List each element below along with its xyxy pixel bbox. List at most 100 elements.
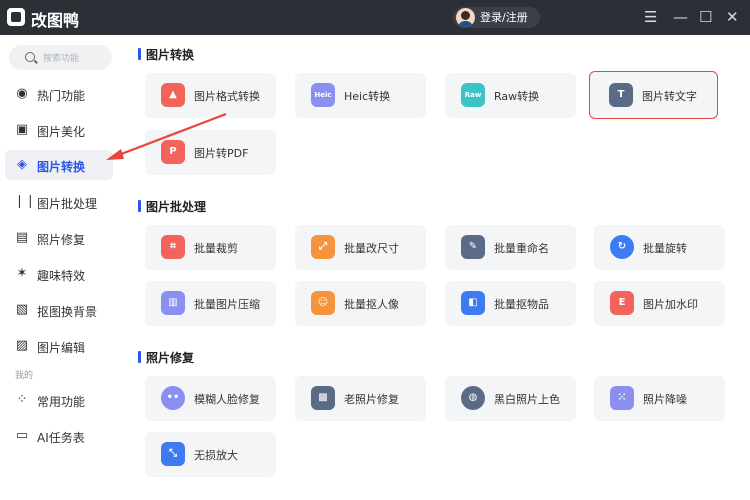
minimize-icon[interactable]: — (673, 8, 688, 26)
sidebar-item-favorites[interactable]: ⁘ 常用功能 (5, 385, 113, 415)
section-title: 照片修复 (138, 349, 194, 366)
sidebar-item-convert[interactable]: ◈ 图片转换 (5, 150, 113, 180)
image-icon: ▣ (15, 122, 29, 137)
heic-icon: Heic (311, 83, 335, 107)
section-title: 图片转换 (138, 46, 194, 63)
sidebar-item-label: 照片修复 (37, 233, 86, 247)
card-image-to-pdf[interactable]: P 图片转PDF (145, 130, 276, 175)
card-label: 图片转文字 (642, 90, 697, 103)
card-label: 老照片修复 (344, 393, 399, 406)
crop-icon: ⌗ (161, 235, 185, 259)
app-logo-icon (7, 8, 25, 26)
sidebar-item-beautify[interactable]: ▣ 图片美化 (5, 115, 113, 145)
sparkle-icon: ✶ (16, 266, 28, 281)
face-repair-icon: •• (161, 386, 185, 410)
sidebar-item-label: 图片美化 (37, 125, 86, 139)
login-label: 登录/注册 (480, 11, 528, 24)
image-to-text-icon: T (609, 83, 633, 107)
card-batch-rename[interactable]: ✎ 批量重命名 (445, 225, 576, 270)
sidebar-item-label: 趣味特效 (37, 269, 86, 283)
card-label: 图片格式转换 (194, 90, 260, 103)
resize-icon: ⤢ (311, 235, 335, 259)
cutout-icon: ▧ (15, 302, 29, 317)
format-icon: ▲ (161, 83, 185, 107)
card-batch-object-cutout[interactable]: ◧ 批量抠物品 (445, 281, 576, 326)
card-label: 照片降噪 (643, 393, 687, 406)
repair-icon: ▤ (15, 230, 29, 245)
card-label: 图片转PDF (194, 147, 249, 160)
card-label: 批量抠人像 (344, 298, 399, 311)
card-batch-crop[interactable]: ⌗ 批量裁剪 (145, 225, 276, 270)
portrait-cutout-icon: ☺ (311, 291, 335, 315)
avatar (456, 8, 475, 27)
sidebar-item-batch[interactable]: ❘❘ 图片批处理 (5, 187, 113, 217)
card-label: 批量裁剪 (194, 242, 238, 255)
card-batch-compress[interactable]: ▥ 批量图片压缩 (145, 281, 276, 326)
card-upscale[interactable]: ⤡ 无损放大 (145, 432, 276, 477)
card-label: 批量改尺寸 (344, 242, 399, 255)
card-label: 黑白照片上色 (494, 393, 560, 406)
sidebar-item-label: 图片批处理 (37, 197, 98, 211)
edit-image-icon: ▨ (15, 338, 29, 353)
group-caption-mine: 我的 (15, 371, 34, 381)
sidebar-item-ai-tasks[interactable]: ▭ AI任务表 (5, 421, 113, 451)
card-image-format[interactable]: ▲ 图片格式转换 (145, 73, 276, 118)
sidebar-item-hot[interactable]: ◉ 热门功能 (5, 79, 113, 109)
card-label: 模糊人脸修复 (194, 393, 260, 406)
card-label: 无损放大 (194, 449, 238, 462)
sidebar-item-label: AI任务表 (37, 431, 85, 445)
card-label: 图片加水印 (643, 298, 698, 311)
card-label: 批量图片压缩 (194, 298, 260, 311)
card-colorize[interactable]: ◍ 黑白照片上色 (445, 376, 576, 421)
sidebar: 搜索功能 ◉ 热门功能 ▣ 图片美化 ◈ 图片转换 ❘❘ 图片批处理 ▤ 照片修… (0, 35, 128, 500)
card-old-photo[interactable]: ▩ 老照片修复 (295, 376, 426, 421)
card-face-repair[interactable]: •• 模糊人脸修复 (145, 376, 276, 421)
search-input[interactable]: 搜索功能 (9, 45, 112, 70)
sidebar-item-label: 热门功能 (37, 89, 86, 103)
flame-icon: ◉ (16, 86, 28, 101)
sidebar-item-edit[interactable]: ▨ 图片编辑 (5, 331, 113, 361)
search-icon (25, 52, 35, 62)
pdf-icon: P (161, 140, 185, 164)
card-watermark[interactable]: E 图片加水印 (594, 281, 725, 326)
raw-icon: Raw (461, 83, 485, 107)
sidebar-item-repair[interactable]: ▤ 照片修复 (5, 223, 113, 253)
card-batch-resize[interactable]: ⤢ 批量改尺寸 (295, 225, 426, 270)
sidebar-item-label: 图片编辑 (37, 341, 86, 355)
card-denoise[interactable]: ⁙ 照片降噪 (594, 376, 725, 421)
title-bar: 改图鸭 登录/注册 ☰ — ☐ ✕ (0, 0, 750, 35)
grid-icon: ⁘ (16, 392, 28, 407)
tasklist-icon: ▭ (15, 428, 29, 443)
object-cutout-icon: ◧ (461, 291, 485, 315)
card-label: 批量重命名 (494, 242, 549, 255)
sidebar-item-effects[interactable]: ✶ 趣味特效 (5, 259, 113, 289)
palette-icon: ◍ (461, 386, 485, 410)
close-icon[interactable]: ✕ (726, 8, 739, 26)
upscale-icon: ⤡ (161, 442, 185, 466)
rotate-icon: ↻ (610, 235, 634, 259)
rename-icon: ✎ (461, 235, 485, 259)
sidebar-item-cutout[interactable]: ▧ 抠图换背景 (5, 295, 113, 325)
main-panel: 图片转换 ▲ 图片格式转换 Heic Heic转换 Raw Raw转换 T 图片… (128, 35, 750, 500)
sidebar-item-label: 抠图换背景 (37, 305, 98, 319)
layers-icon: ❘❘ (14, 194, 36, 209)
maximize-icon[interactable]: ☐ (699, 8, 712, 26)
card-image-to-text[interactable]: T 图片转文字 (589, 71, 718, 119)
sidebar-item-label: 常用功能 (37, 395, 86, 409)
convert-icon: ◈ (17, 157, 27, 172)
old-photo-icon: ▩ (311, 386, 335, 410)
card-heic[interactable]: Heic Heic转换 (295, 73, 426, 118)
card-batch-rotate[interactable]: ↻ 批量旋转 (594, 225, 725, 270)
card-label: 批量抠物品 (494, 298, 549, 311)
search-placeholder: 搜索功能 (43, 54, 80, 64)
card-batch-portrait-cutout[interactable]: ☺ 批量抠人像 (295, 281, 426, 326)
denoise-icon: ⁙ (610, 386, 634, 410)
card-label: Raw转换 (494, 90, 540, 103)
card-label: Heic转换 (344, 90, 391, 103)
menu-icon[interactable]: ☰ (644, 8, 657, 26)
app-title: 改图鸭 (31, 11, 80, 30)
login-button[interactable]: 登录/注册 (453, 7, 540, 28)
section-title: 图片批处理 (138, 198, 206, 215)
card-raw[interactable]: Raw Raw转换 (445, 73, 576, 118)
card-label: 批量旋转 (643, 242, 687, 255)
